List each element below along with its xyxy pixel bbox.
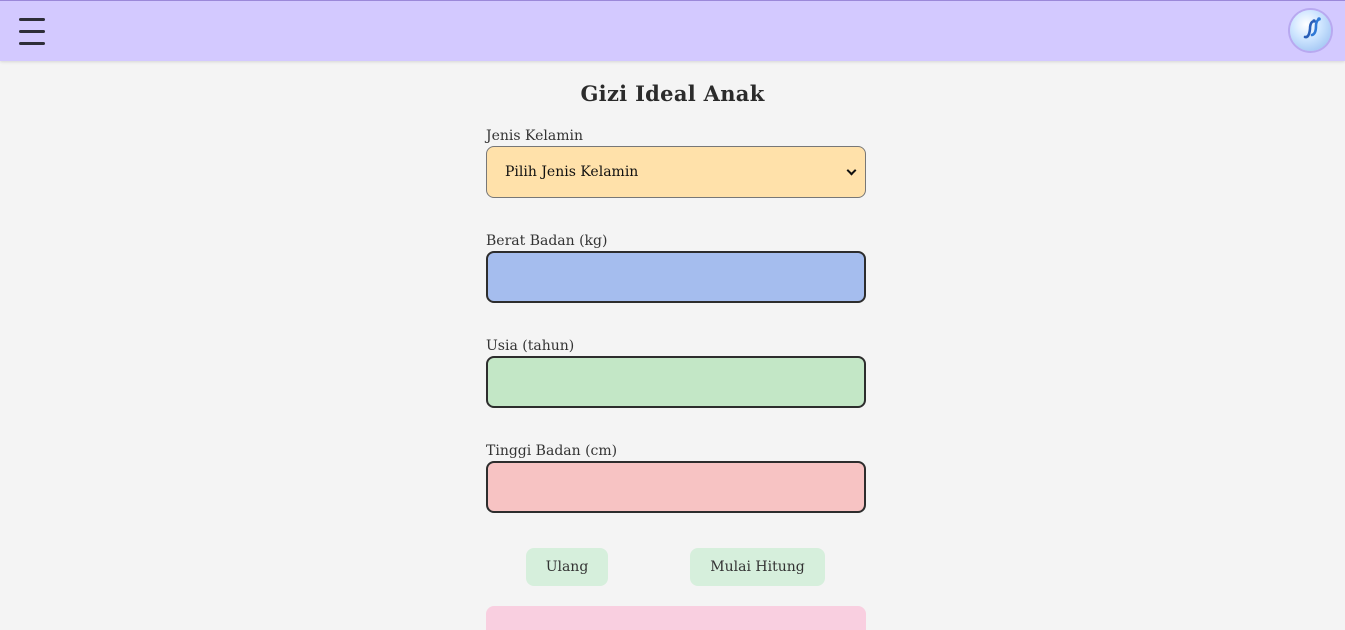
- hamburger-menu-icon[interactable]: [19, 17, 45, 45]
- weight-label: Berat Badan (kg): [486, 233, 608, 249]
- page-title: Gizi Ideal Anak: [580, 81, 765, 106]
- weight-input[interactable]: [486, 251, 866, 303]
- gender-label: Jenis Kelamin: [486, 128, 583, 144]
- gender-select-value: Pilih Jenis Kelamin: [505, 164, 639, 180]
- top-navbar: [0, 0, 1345, 61]
- reset-button[interactable]: Ulang: [526, 548, 608, 586]
- result-panel: [486, 606, 866, 630]
- age-label: Usia (tahun): [486, 338, 575, 354]
- age-input[interactable]: [486, 356, 866, 408]
- gender-select[interactable]: Pilih Jenis Kelamin: [486, 146, 866, 198]
- app-logo-avatar[interactable]: [1290, 10, 1331, 51]
- logo-mark-icon: [1303, 17, 1321, 39]
- height-input[interactable]: [486, 461, 866, 513]
- chevron-down-icon: [846, 165, 857, 175]
- height-label: Tinggi Badan (cm): [486, 443, 618, 459]
- calculate-button[interactable]: Mulai Hitung: [690, 548, 825, 586]
